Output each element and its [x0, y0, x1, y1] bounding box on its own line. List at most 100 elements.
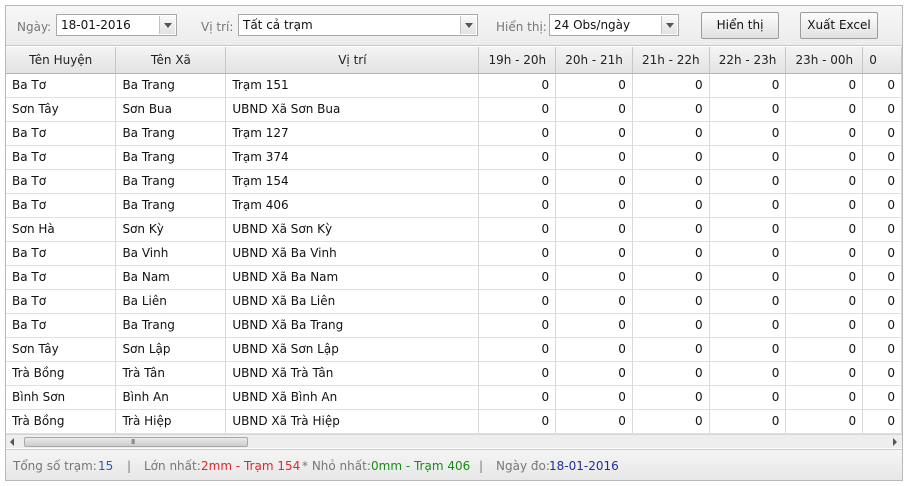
value-22-23-cell: 0: [709, 121, 787, 146]
value-23-00-cell: 0: [785, 73, 864, 98]
value-20-21-cell: 0: [555, 313, 633, 338]
value-next-cell: 0: [862, 241, 902, 266]
scrollbar-thumb[interactable]: III: [24, 437, 248, 447]
col-header-19-20[interactable]: 19h - 20h: [478, 47, 557, 74]
date-label: Ngày:: [17, 20, 52, 34]
value-19-20-cell: 0: [478, 217, 557, 242]
value-23-00-cell: 0: [785, 121, 864, 146]
value-23-00-cell: 0: [785, 409, 864, 434]
value-20-21-cell: 0: [555, 289, 633, 314]
value-23-00-cell: 0: [785, 241, 864, 266]
export-excel-button[interactable]: Xuất Excel: [800, 12, 878, 39]
commune-cell: Ba Vinh: [115, 241, 227, 266]
value-next-cell: 0: [862, 265, 902, 290]
value-20-21-cell: 0: [555, 97, 633, 122]
commune-cell: Ba Liên: [115, 289, 227, 314]
value-19-20-cell: 0: [478, 313, 557, 338]
chevron-down-icon[interactable]: [159, 16, 175, 34]
col-header-20-21[interactable]: 20h - 21h: [555, 47, 633, 74]
table-row[interactable]: Sơn Tây Sơn Lập UBND Xã Sơn Lập 0 0 0 0 0 0: [6, 337, 902, 362]
table-row[interactable]: Ba Tơ Ba Trang Trạm 406 0 0 0 0 0 0: [6, 193, 902, 218]
commune-cell: Sơn Lập: [115, 337, 227, 362]
district-cell: Sơn Hà: [6, 217, 117, 242]
commune-cell: Ba Nam: [115, 265, 227, 290]
value-21-22-cell: 0: [632, 385, 710, 410]
value-19-20-cell: 0: [478, 241, 557, 266]
commune-cell: Trà Hiệp: [115, 409, 227, 434]
col-header-district[interactable]: Tên Huyện: [6, 47, 117, 74]
table-row[interactable]: Trà Bồng Trà Tân UBND Xã Trà Tân 0 0 0 0 0 0: [6, 361, 902, 386]
table-row[interactable]: Bình Sơn Bình An UBND Xã Bình An 0 0 0 0 0 0: [6, 385, 902, 410]
value-21-22-cell: 0: [632, 337, 710, 362]
value-20-21-cell: 0: [555, 409, 633, 434]
value-21-22-cell: 0: [632, 241, 710, 266]
value-19-20-cell: 0: [478, 193, 557, 218]
location-cell: UBND Xã Ba Vinh: [225, 241, 480, 266]
value-next-cell: 0: [862, 217, 902, 242]
district-cell: Sơn Tây: [6, 337, 117, 362]
table-row[interactable]: Trà Bồng Trà Hiệp UBND Xã Trà Hiệp 0 0 0 0 0 0: [6, 409, 902, 434]
location-cell: Trạm 127: [225, 121, 480, 146]
district-cell: Ba Tơ: [6, 121, 117, 146]
col-header-22-23[interactable]: 22h - 23h: [709, 47, 787, 74]
value-23-00-cell: 0: [785, 265, 864, 290]
value-21-22-cell: 0: [632, 361, 710, 386]
table-row[interactable]: Ba Tơ Ba Trang Trạm 151 0 0 0 0 0 0: [6, 73, 902, 98]
value-22-23-cell: 0: [709, 217, 787, 242]
show-button[interactable]: Hiển thị: [701, 12, 779, 39]
commune-cell: Bình An: [115, 385, 227, 410]
col-header-next[interactable]: 0: [862, 47, 902, 74]
value-23-00-cell: 0: [785, 169, 864, 194]
display-select[interactable]: 24 Obs/ngày: [549, 14, 679, 36]
value-19-20-cell: 0: [478, 361, 557, 386]
table-row[interactable]: Ba Tơ Ba Trang UBND Xã Ba Trang 0 0 0 0 0 0: [6, 313, 902, 338]
value-23-00-cell: 0: [785, 289, 864, 314]
location-cell: UBND Xã Sơn Kỳ: [225, 217, 480, 242]
value-19-20-cell: 0: [478, 289, 557, 314]
location-value: Tất cả trạm: [243, 18, 313, 32]
value-20-21-cell: 0: [555, 265, 633, 290]
table-row[interactable]: Ba Tơ Ba Trang Trạm 154 0 0 0 0 0 0: [6, 169, 902, 194]
value-20-21-cell: 0: [555, 217, 633, 242]
col-header-location[interactable]: Vị trí: [225, 47, 480, 74]
max-value: 2mm - Trạm 154: [201, 459, 301, 473]
location-select[interactable]: Tất cả trạm: [238, 14, 478, 36]
value-22-23-cell: 0: [709, 337, 787, 362]
value-next-cell: 0: [862, 169, 902, 194]
chevron-down-icon[interactable]: [460, 16, 476, 34]
value-next-cell: 0: [862, 145, 902, 170]
value-21-22-cell: 0: [632, 193, 710, 218]
value-21-22-cell: 0: [632, 121, 710, 146]
value-21-22-cell: 0: [632, 169, 710, 194]
district-cell: Ba Tơ: [6, 193, 117, 218]
commune-cell: Ba Trang: [115, 145, 227, 170]
value-21-22-cell: 0: [632, 217, 710, 242]
measure-date-label: Ngày đo:: [496, 459, 550, 473]
value-21-22-cell: 0: [632, 313, 710, 338]
col-header-commune[interactable]: Tên Xã: [115, 47, 227, 74]
value-19-20-cell: 0: [478, 265, 557, 290]
table-row[interactable]: Ba Tơ Ba Nam UBND Xã Ba Nam 0 0 0 0 0 0: [6, 265, 902, 290]
value-23-00-cell: 0: [785, 313, 864, 338]
chevron-down-icon[interactable]: [661, 16, 677, 34]
arrow-left-icon[interactable]: [6, 435, 20, 448]
table-row[interactable]: Ba Tơ Ba Trang Trạm 374 0 0 0 0 0 0: [6, 145, 902, 170]
table-row[interactable]: Sơn Tây Sơn Bua UBND Xã Sơn Bua 0 0 0 0 0 0: [6, 97, 902, 122]
value-20-21-cell: 0: [555, 361, 633, 386]
value-22-23-cell: 0: [709, 361, 787, 386]
table-row[interactable]: Ba Tơ Ba Liên UBND Xã Ba Liên 0 0 0 0 0 0: [6, 289, 902, 314]
col-header-21-22[interactable]: 21h - 22h: [632, 47, 710, 74]
district-cell: Ba Tơ: [6, 241, 117, 266]
col-header-23-00[interactable]: 23h - 00h: [785, 47, 864, 74]
value-20-21-cell: 0: [555, 193, 633, 218]
value-20-21-cell: 0: [555, 145, 633, 170]
table-row[interactable]: Sơn Hà Sơn Kỳ UBND Xã Sơn Kỳ 0 0 0 0 0 0: [6, 217, 902, 242]
table-row[interactable]: Ba Tơ Ba Vinh UBND Xã Ba Vinh 0 0 0 0 0 0: [6, 241, 902, 266]
horizontal-scrollbar[interactable]: III: [6, 434, 902, 448]
arrow-right-icon[interactable]: [888, 435, 902, 448]
value-next-cell: 0: [862, 97, 902, 122]
location-cell: UBND Xã Ba Nam: [225, 265, 480, 290]
table-row[interactable]: Ba Tơ Ba Trang Trạm 127 0 0 0 0 0 0: [6, 121, 902, 146]
date-select[interactable]: 18-01-2016: [56, 14, 177, 36]
commune-cell: Ba Trang: [115, 313, 227, 338]
